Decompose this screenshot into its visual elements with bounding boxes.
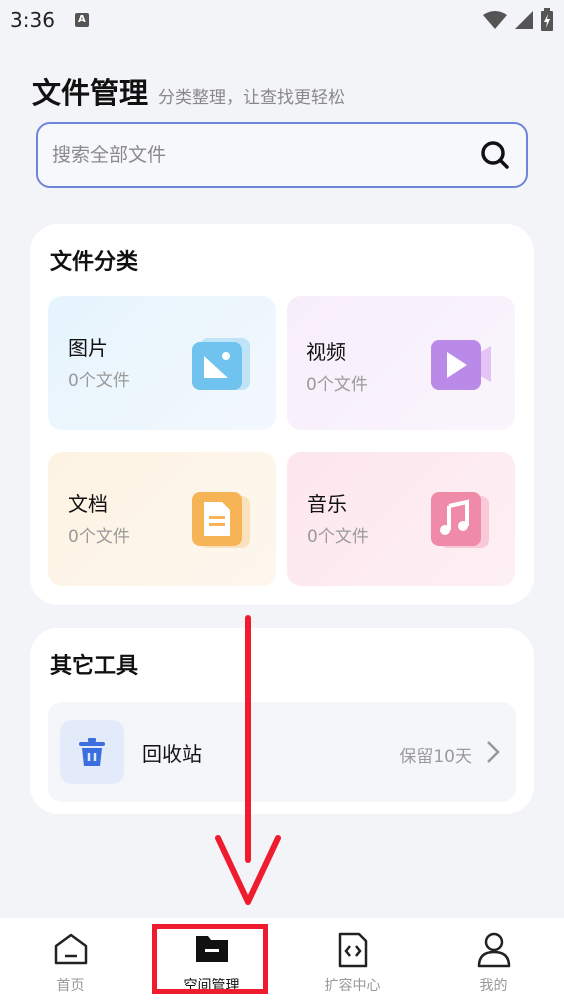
retention-text: 保留10天: [399, 747, 472, 767]
category-music[interactable]: 音乐 0个文件: [287, 452, 515, 586]
home-icon: [54, 933, 87, 965]
page-subtitle: 分类整理，让查找更轻松: [158, 88, 346, 108]
annotation-arrow: [215, 615, 281, 905]
categories-title: 文件分类: [50, 250, 139, 275]
bottom-navigation: 首页 空间管理 扩容中心 我的: [0, 918, 564, 1002]
nav-label: 扩容中心: [324, 978, 381, 994]
nav-label: 空间管理: [183, 978, 240, 994]
document-icon: [192, 492, 250, 548]
category-count: 0个文件: [68, 371, 130, 391]
category-count: 0个文件: [307, 527, 369, 547]
category-name: 图片: [68, 336, 108, 360]
page-title: 文件管理: [32, 76, 149, 110]
category-images[interactable]: 图片 0个文件: [48, 296, 276, 430]
battery-icon: [541, 8, 553, 31]
category-name: 文档: [68, 492, 108, 516]
category-documents[interactable]: 文档 0个文件: [48, 452, 276, 586]
nav-space-management[interactable]: 空间管理: [141, 918, 282, 1002]
notification-icon: A: [74, 13, 89, 27]
category-count: 0个文件: [306, 375, 368, 395]
status-bar: 3:36 A: [0, 0, 564, 40]
image-icon: [192, 338, 250, 390]
user-icon: [477, 932, 510, 968]
search-bar[interactable]: [36, 122, 528, 188]
code-file-icon: [338, 932, 367, 968]
signal-icon: [515, 11, 533, 29]
video-icon: [431, 340, 491, 390]
page-header: 文件管理 分类整理，让查找更轻松: [32, 70, 345, 112]
category-video[interactable]: 视频 0个文件: [287, 296, 515, 430]
tools-title: 其它工具: [50, 654, 139, 679]
nav-expansion-center[interactable]: 扩容中心: [282, 918, 423, 1002]
nav-profile[interactable]: 我的: [423, 918, 564, 1002]
nav-label: 我的: [479, 978, 508, 994]
category-count: 0个文件: [68, 527, 130, 547]
nav-home[interactable]: 首页: [0, 918, 141, 1002]
search-icon[interactable]: [478, 138, 512, 172]
category-name: 视频: [306, 340, 346, 364]
chevron-right-icon: [487, 741, 500, 763]
category-name: 音乐: [307, 492, 347, 516]
wifi-icon: [483, 11, 507, 29]
search-input[interactable]: [52, 144, 478, 166]
status-time: 3:36: [10, 8, 55, 32]
recycle-bin-label: 回收站: [142, 742, 202, 766]
music-icon: [431, 492, 489, 548]
folder-icon: [195, 936, 228, 962]
nav-label: 首页: [56, 978, 85, 994]
status-icons: [482, 8, 554, 32]
trash-icon: [60, 720, 124, 784]
file-categories-card: 文件分类 图片 0个文件 视频 0个文件 文档 0个文件 音乐 0个文件: [30, 224, 534, 605]
